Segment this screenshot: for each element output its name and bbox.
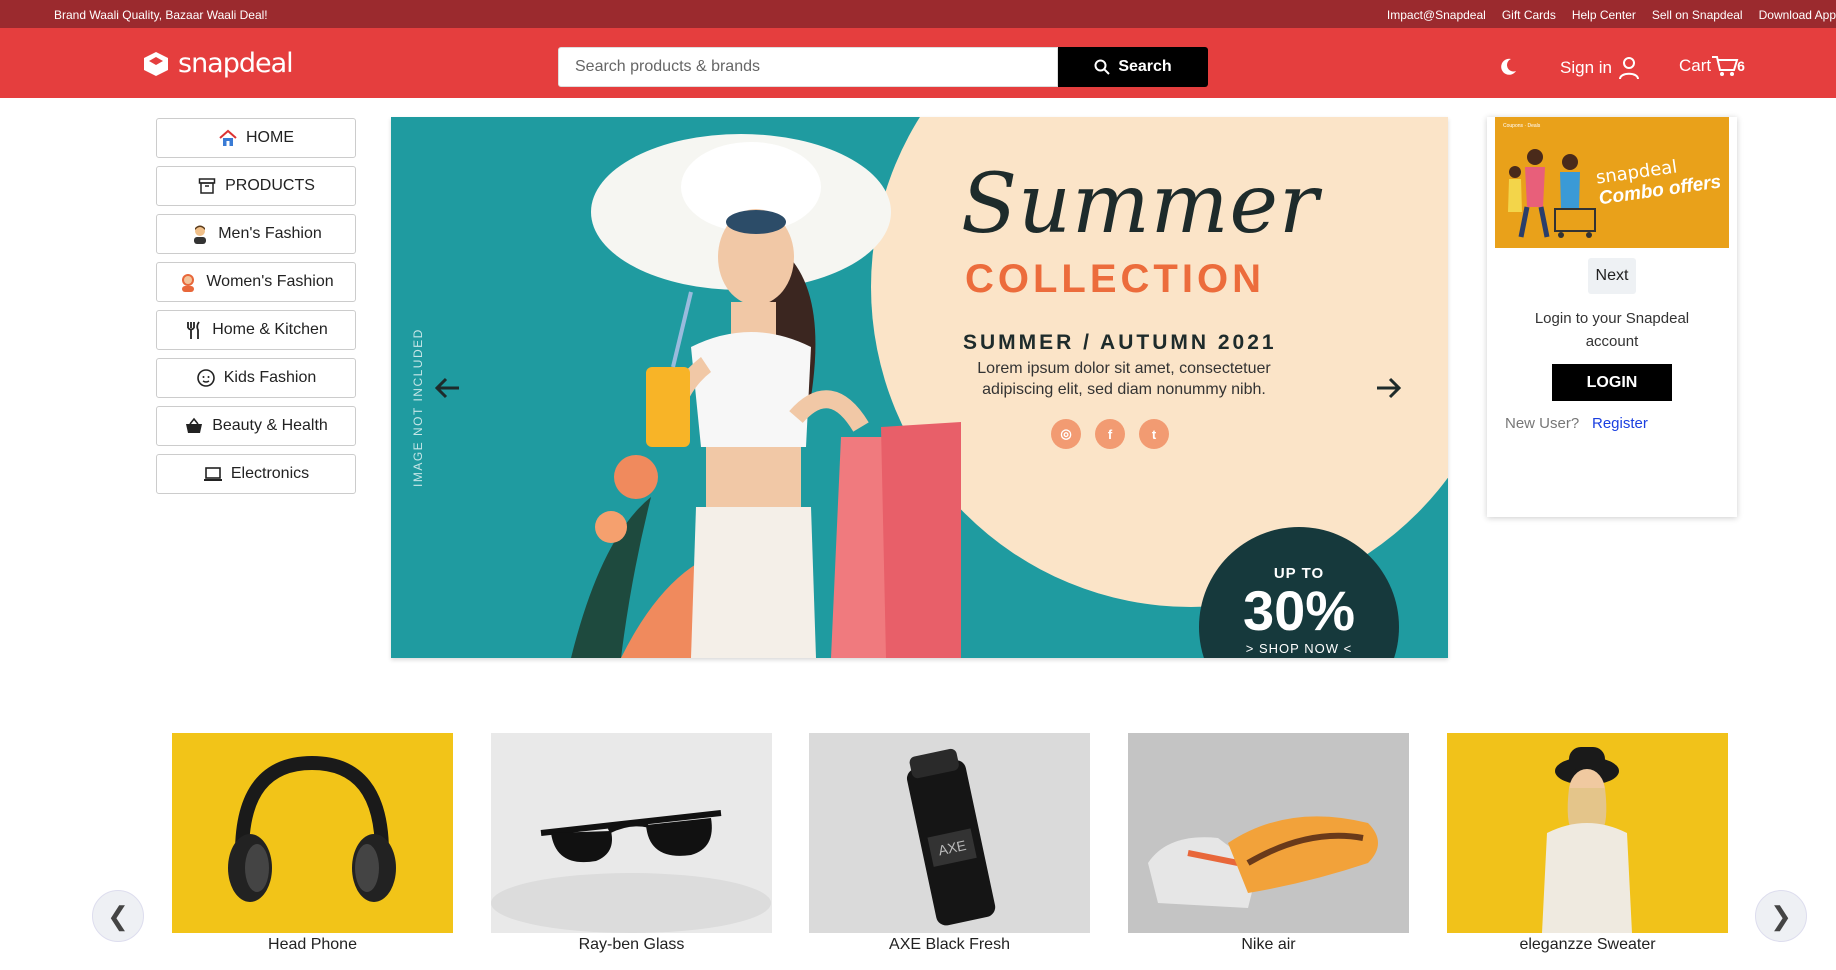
sidebar-item-label: Men's Fashion <box>218 225 322 242</box>
combo-offers-promo[interactable]: Coupons · Deals snapdeal Combo offers <box>1495 117 1729 248</box>
product-card[interactable]: Head Phone <box>172 733 453 954</box>
cart-label: Cart <box>1679 56 1712 75</box>
sidebar-item-home-kitchen[interactable]: Home & Kitchen <box>156 310 356 350</box>
product-card[interactable]: Ray-ben Glass <box>491 733 772 954</box>
sidebar-item-label: HOME <box>246 129 294 146</box>
logo-text: snapdeal <box>178 48 294 79</box>
model-sweater-icon <box>1542 747 1632 933</box>
banner-body-text: Lorem ipsum dolor sit amet, consectetuer… <box>977 360 1271 398</box>
top-link-help-center[interactable]: Help Center <box>1572 8 1636 22</box>
product-name[interactable]: Head Phone <box>172 936 453 954</box>
arrow-right-icon <box>1377 377 1401 399</box>
sidebar-item-electronics[interactable]: Electronics <box>156 454 356 494</box>
sidebar-item-label: Beauty & Health <box>212 417 328 434</box>
cart-button[interactable]: Cart 6 <box>1679 54 1745 78</box>
combo-small-tag: Coupons · Deals <box>1503 123 1541 129</box>
product-name[interactable]: Ray-ben Glass <box>491 936 772 954</box>
sneaker-icon <box>1128 733 1409 933</box>
user-icon <box>1618 57 1639 80</box>
banner-next-arrow[interactable] <box>1371 371 1405 405</box>
cart-icon <box>1712 56 1739 76</box>
sidebar-item-label: Home & Kitchen <box>212 321 328 338</box>
arrow-left-icon <box>435 377 459 399</box>
product-name[interactable]: eleganzze Sweater <box>1447 936 1728 954</box>
model-illustration <box>571 134 961 658</box>
twitter-icon[interactable]: t <box>1139 419 1169 449</box>
dark-mode-moon-icon[interactable] <box>1497 56 1519 78</box>
man-icon <box>190 224 210 244</box>
register-link[interactable]: Register <box>1592 415 1648 432</box>
sign-in-label: Sign in <box>1560 58 1612 77</box>
sidebar-item-label: Kids Fashion <box>223 369 317 386</box>
search-button-label: Search <box>1118 58 1172 75</box>
sidebar-item-kids-fashion[interactable]: Kids Fashion <box>156 358 356 398</box>
chevron-left-icon: ❮ <box>107 900 129 931</box>
sidebar-item-mens-fashion[interactable]: Men's Fashion <box>156 214 356 254</box>
product-name[interactable]: Nike air <box>1128 936 1409 954</box>
woman-icon <box>178 272 198 292</box>
sidebar-item-label: PRODUCTS <box>225 177 315 194</box>
top-links: Impact@Snapdeal Gift Cards Help Center S… <box>1387 8 1836 22</box>
product-image-headphone[interactable] <box>172 733 453 933</box>
headphone-icon <box>228 755 396 902</box>
top-link-download-app[interactable]: Download App <box>1759 8 1836 22</box>
sign-in-button[interactable]: Sign in <box>1560 56 1640 80</box>
top-link-impact[interactable]: Impact@Snapdeal <box>1387 8 1486 22</box>
product-card[interactable]: AXE AXE Black Fresh <box>809 733 1090 954</box>
chevron-right-icon: ❯ <box>1770 900 1792 931</box>
top-link-gift-cards[interactable]: Gift Cards <box>1502 8 1556 22</box>
house-icon <box>218 128 238 148</box>
sidebar-item-home[interactable]: HOME <box>156 118 356 158</box>
new-user-label: New User? <box>1505 415 1580 432</box>
main-header: snapdeal Search Sign in Cart 6 <box>0 28 1836 98</box>
sidebar-item-beauty-health[interactable]: Beauty & Health <box>156 406 356 446</box>
product-card[interactable]: Nike air <box>1128 733 1409 954</box>
next-button[interactable]: Next <box>1588 258 1636 294</box>
sidebar-item-label: Women's Fashion <box>206 273 334 290</box>
kid-icon <box>196 368 216 388</box>
logo-icon <box>144 51 168 76</box>
search-bar: Search <box>558 47 1208 87</box>
sunglasses-icon <box>491 810 771 933</box>
product-image-sunglasses[interactable] <box>491 733 772 933</box>
login-message: Login to your Snapdeal account <box>1534 310 1690 351</box>
products-next-button[interactable]: ❯ <box>1755 890 1807 942</box>
top-strip: Brand Waali Quality, Bazaar Waali Deal! … <box>0 0 1836 28</box>
login-button[interactable]: LOGIN <box>1552 364 1672 401</box>
top-link-sell[interactable]: Sell on Snapdeal <box>1652 8 1743 22</box>
banner-social-icons: ◎ f t <box>1051 419 1169 449</box>
banner-side-note: IMAGE NOT INCLUDED <box>411 328 425 487</box>
banner-prev-arrow[interactable] <box>431 371 465 405</box>
instagram-icon[interactable]: ◎ <box>1051 419 1081 449</box>
product-image-sweater[interactable] <box>1447 733 1728 933</box>
category-sidebar: HOME PRODUCTS Men's Fashion Women's Fash… <box>156 118 356 502</box>
utensils-icon <box>184 320 204 340</box>
search-button[interactable]: Search <box>1058 47 1208 87</box>
products-prev-button[interactable]: ❮ <box>92 890 144 942</box>
product-image-deodorant[interactable]: AXE <box>809 733 1090 933</box>
product-image-sneaker[interactable] <box>1128 733 1409 933</box>
search-input[interactable] <box>558 47 1058 87</box>
product-name[interactable]: AXE Black Fresh <box>809 936 1090 954</box>
badge-shop-now: > SHOP NOW < <box>1245 640 1353 656</box>
snapdeal-logo[interactable]: snapdeal <box>140 48 294 79</box>
sidebar-item-products[interactable]: PRODUCTS <box>156 166 356 206</box>
cart-count-badge: 6 <box>1737 58 1745 74</box>
badge-value: 30% <box>1242 579 1356 642</box>
basket-icon <box>184 416 204 436</box>
login-card: Coupons · Deals snapdeal Combo offers Ne… <box>1487 117 1737 517</box>
banner-season: SUMMER / AUTUMN 2021 <box>963 331 1277 354</box>
banner-title: COLLECTION <box>965 257 1265 301</box>
box-icon <box>197 176 217 196</box>
laptop-icon <box>203 464 223 484</box>
deodorant-icon: AXE <box>809 733 1090 933</box>
facebook-icon[interactable]: f <box>1095 419 1125 449</box>
sidebar-item-womens-fashion[interactable]: Women's Fashion <box>156 262 356 302</box>
hero-banner[interactable]: Summer COLLECTION SUMMER / AUTUMN 2021 L… <box>391 117 1448 658</box>
search-icon <box>1094 59 1111 75</box>
sidebar-item-label: Electronics <box>230 465 310 482</box>
product-card[interactable]: eleganzze Sweater <box>1447 733 1728 954</box>
banner-title-script: Summer <box>961 157 1320 252</box>
tagline: Brand Waali Quality, Bazaar Waali Deal! <box>54 8 268 22</box>
